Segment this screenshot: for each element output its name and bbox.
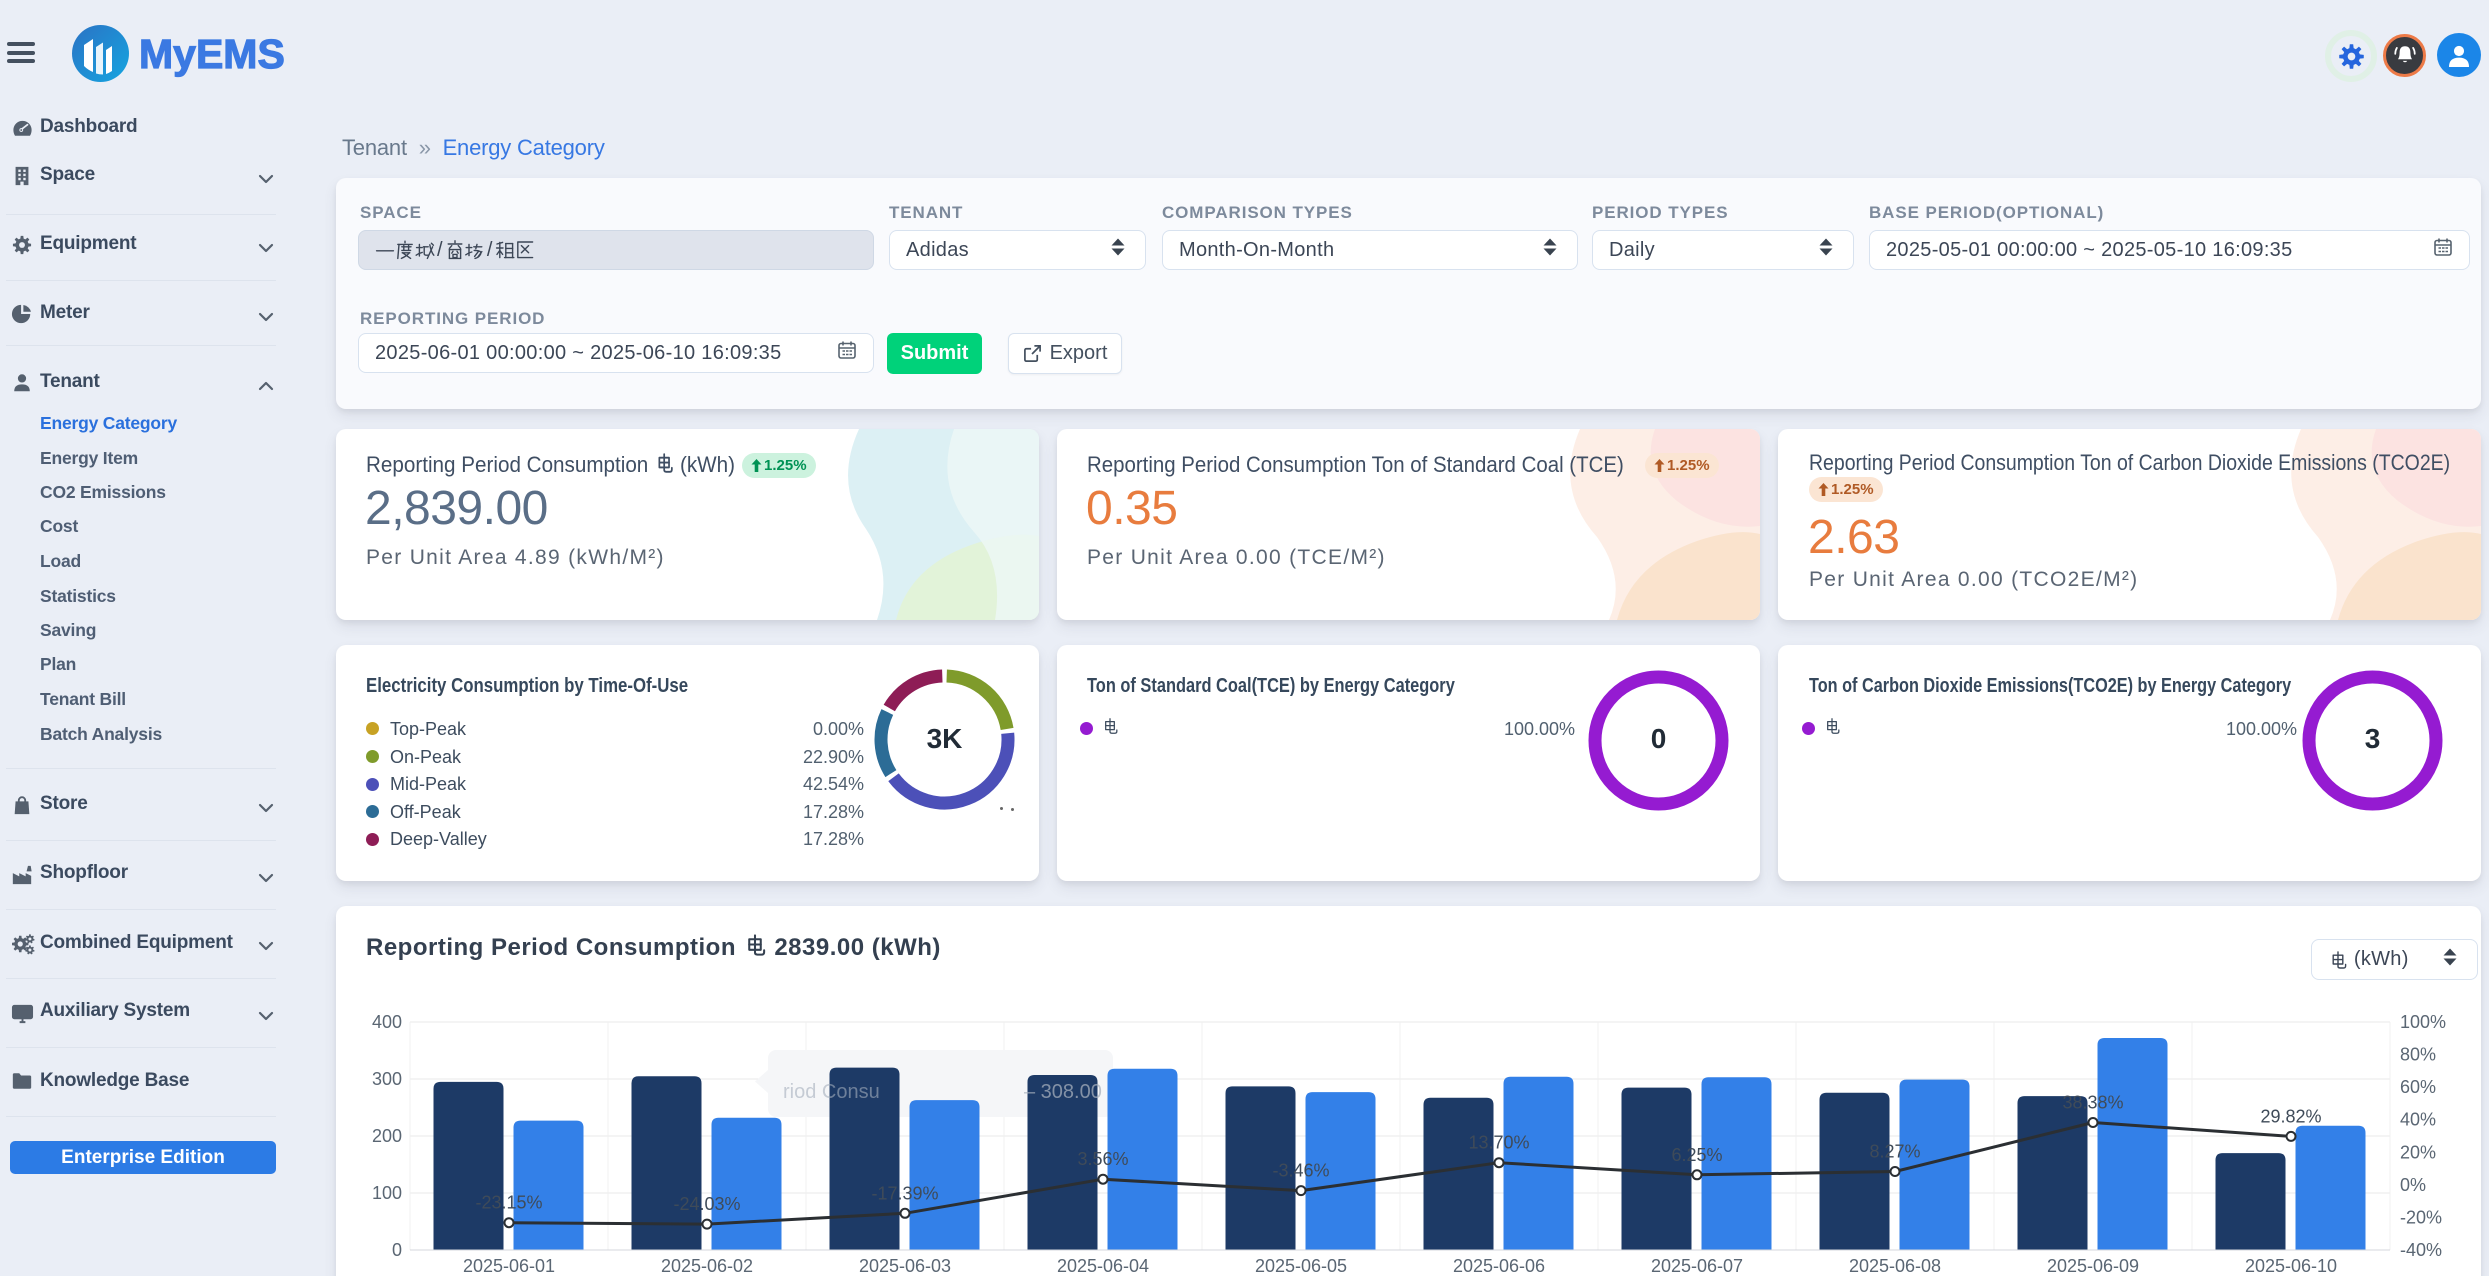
svg-text:2025-06-02: 2025-06-02 (661, 1256, 753, 1276)
svg-text:0: 0 (392, 1240, 402, 1260)
svg-text:2025-06-04: 2025-06-04 (1057, 1256, 1149, 1276)
svg-text:400: 400 (372, 1012, 402, 1032)
svg-text:100: 100 (372, 1183, 402, 1203)
svg-text:38.38%: 38.38% (2062, 1093, 2123, 1113)
svg-text:2025-06-01: 2025-06-01 (463, 1256, 555, 1276)
svg-text:100%: 100% (2400, 1012, 2446, 1032)
svg-text:riod Consu: riod Consu (783, 1081, 880, 1103)
svg-text:0%: 0% (2400, 1175, 2426, 1195)
svg-text:20%: 20% (2400, 1142, 2436, 1162)
svg-text:-3.46%: -3.46% (1272, 1161, 1329, 1181)
svg-text:80%: 80% (2400, 1045, 2436, 1065)
svg-text:40%: 40% (2400, 1110, 2436, 1130)
svg-text:2025-06-10: 2025-06-10 (2245, 1256, 2337, 1276)
svg-text:-20%: -20% (2400, 1207, 2442, 1227)
svg-text:-24.03%: -24.03% (673, 1194, 740, 1214)
svg-text:-17.39%: -17.39% (871, 1183, 938, 1203)
svg-text:2025-06-08: 2025-06-08 (1849, 1256, 1941, 1276)
svg-text:2025-06-06: 2025-06-06 (1453, 1256, 1545, 1276)
svg-text:200: 200 (372, 1126, 402, 1146)
svg-text:-40%: -40% (2400, 1240, 2442, 1260)
svg-text:2025-06-03: 2025-06-03 (859, 1256, 951, 1276)
svg-text:2025-06-07: 2025-06-07 (1651, 1256, 1743, 1276)
svg-text:2025-06-05: 2025-06-05 (1255, 1256, 1347, 1276)
svg-text:3.56%: 3.56% (1077, 1149, 1128, 1169)
svg-text:– 308.00: – 308.00 (1024, 1081, 1102, 1103)
svg-text:29.82%: 29.82% (2260, 1106, 2321, 1126)
svg-text:6.25%: 6.25% (1671, 1145, 1722, 1165)
svg-text:-23.15%: -23.15% (475, 1193, 542, 1213)
svg-text:8.27%: 8.27% (1869, 1142, 1920, 1162)
svg-text:2025-06-09: 2025-06-09 (2047, 1256, 2139, 1276)
svg-text:60%: 60% (2400, 1077, 2436, 1097)
svg-text:300: 300 (372, 1069, 402, 1089)
svg-text:13.70%: 13.70% (1468, 1133, 1529, 1153)
